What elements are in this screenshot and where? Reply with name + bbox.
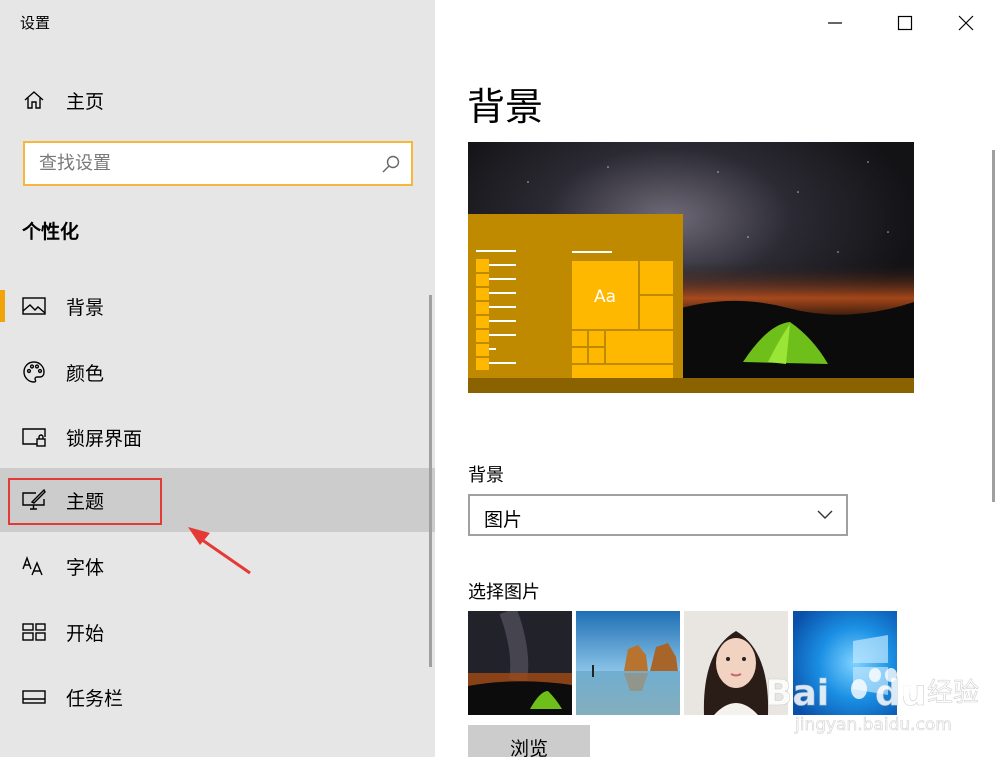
close-button[interactable] — [951, 8, 981, 38]
nav-taskbar-label: 任务栏 — [66, 687, 124, 710]
nav-start[interactable]: 开始 — [0, 600, 435, 664]
choose-picture-label: 选择图片 — [468, 582, 540, 603]
maximize-icon — [897, 15, 913, 31]
page-title: 背景 — [467, 85, 544, 129]
search-icon[interactable] — [381, 154, 401, 174]
background-preview: Aa — [468, 142, 914, 393]
sidebar-scrollbar[interactable] — [429, 295, 432, 667]
nav-background-label: 背景 — [66, 296, 105, 319]
nav-lock-screen[interactable]: 锁屏界面 — [0, 405, 435, 469]
nav-colors[interactable]: 颜色 — [0, 340, 435, 404]
home-icon — [22, 88, 46, 112]
start-icon — [22, 620, 46, 644]
annotation-arrow — [188, 527, 251, 575]
svg-text:经验: 经验 — [927, 678, 979, 708]
main-scrollbar[interactable] — [992, 150, 995, 502]
minimize-icon — [828, 22, 842, 24]
search-input[interactable] — [39, 143, 369, 184]
close-icon — [958, 15, 974, 31]
selected-indicator — [0, 290, 5, 322]
main-panel: 背景 Aa 背景 图片 选择图片 浏览 Bai 经验 jingyan.baidu… — [435, 0, 1000, 757]
nav-lock-screen-label: 锁屏界面 — [66, 427, 143, 450]
sidebar: 设置 主页 个性化 背景 — [0, 0, 435, 757]
minimize-button[interactable] — [820, 8, 850, 38]
section-title: 个性化 — [22, 221, 80, 243]
font-icon — [22, 554, 46, 578]
svg-text:Bai: Bai — [765, 673, 829, 714]
chevron-down-icon — [817, 510, 833, 519]
background-type-dropdown[interactable]: 图片 — [468, 494, 848, 536]
nav-taskbar[interactable]: 任务栏 — [0, 665, 435, 729]
nav-fonts-label: 字体 — [66, 556, 105, 579]
taskbar-icon — [22, 685, 46, 709]
search-box[interactable] — [23, 141, 413, 186]
background-type-value: 图片 — [484, 509, 523, 531]
nav-home[interactable]: 主页 — [0, 68, 435, 132]
nav-start-label: 开始 — [66, 622, 105, 645]
picture-thumbnail-beach[interactable] — [576, 611, 680, 715]
lock-screen-icon — [22, 425, 46, 449]
picture-thumbnail-galaxy[interactable] — [468, 611, 572, 715]
preview-sample-text: Aa — [594, 287, 616, 307]
browse-button[interactable]: 浏览 — [468, 725, 590, 757]
palette-icon — [22, 360, 46, 384]
window-title: 设置 — [20, 14, 51, 32]
svg-text:jingyan.baidu.com: jingyan.baidu.com — [794, 715, 952, 735]
baidu-jingyan-watermark: Bai du 经验 jingyan.baidu.com — [765, 668, 979, 735]
settings-window: 设置 主页 个性化 背景 — [0, 0, 1000, 757]
nav-colors-label: 颜色 — [66, 362, 105, 385]
maximize-button[interactable] — [890, 8, 920, 38]
nav-background[interactable]: 背景 — [0, 274, 435, 338]
background-label: 背景 — [468, 465, 504, 486]
picture-icon — [22, 294, 46, 318]
nav-home-label: 主页 — [66, 90, 105, 113]
annotation-highlight-box — [8, 478, 162, 525]
